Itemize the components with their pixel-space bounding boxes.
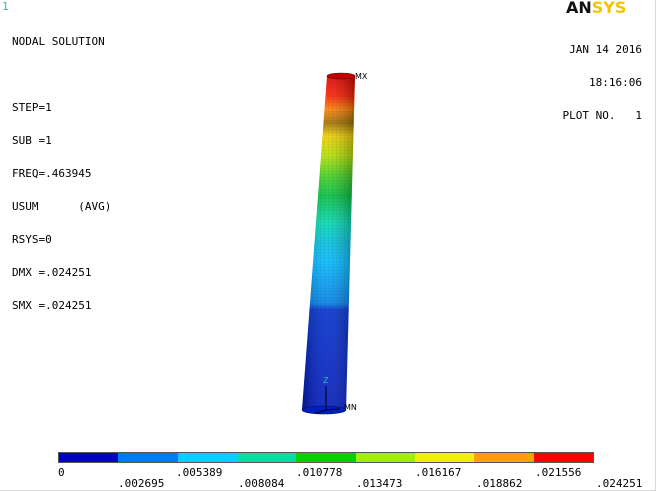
deformed-column-model — [301, 72, 356, 415]
legend-band — [296, 453, 356, 462]
legend-label: .008084 — [238, 477, 285, 490]
legend-band — [474, 453, 534, 462]
legend-label: .016167 — [415, 466, 462, 479]
legend-label: .013473 — [356, 477, 403, 490]
column-mesh — [302, 76, 355, 410]
legend-label: 0 — [58, 466, 65, 479]
legend-band — [177, 453, 237, 462]
legend-label: .024251 — [596, 477, 643, 490]
legend-label: .010778 — [296, 466, 343, 479]
axis-z-label: Z — [323, 376, 329, 385]
legend-band — [414, 453, 475, 462]
legend-label: .005389 — [176, 466, 223, 479]
legend-band — [236, 453, 297, 462]
contour-legend-bar — [58, 452, 594, 463]
legend-band — [118, 453, 178, 462]
legend-label: .018862 — [476, 477, 523, 490]
column-bottom-cap — [301, 405, 347, 415]
legend-band — [533, 453, 593, 462]
legend-label: .002695 — [118, 477, 165, 490]
legend-label: .021556 — [535, 466, 582, 479]
max-marker: MX — [355, 72, 368, 81]
legend-band — [355, 453, 415, 462]
min-marker: MN — [344, 403, 357, 412]
legend-band — [59, 453, 119, 462]
column-top-cap — [326, 72, 356, 80]
